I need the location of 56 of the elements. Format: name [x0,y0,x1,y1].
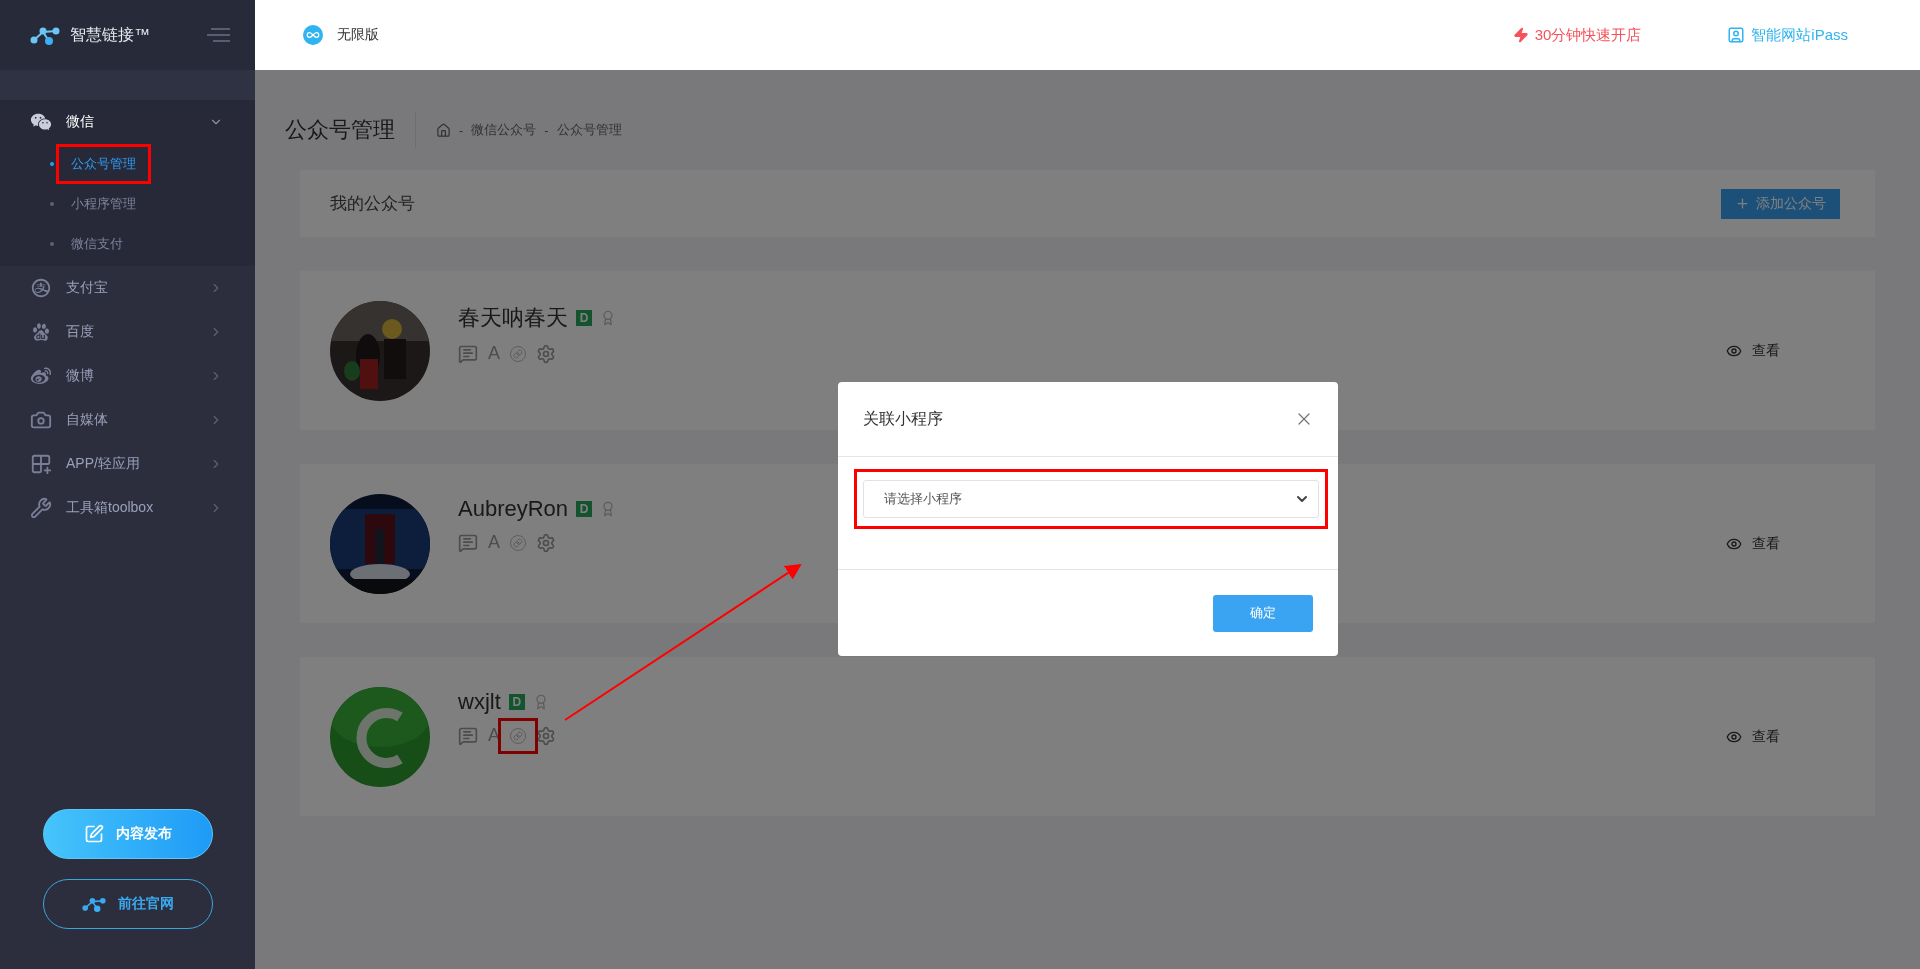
settings-icon[interactable] [536,725,556,746]
edition-label: 无限版 [337,26,380,44]
page-title: 公众号管理 [285,112,416,148]
brand-name: 智慧链接™ [70,24,151,45]
header-link[interactable]: 30分钟快速开店 [1512,25,1642,45]
profile-icon [1727,26,1746,44]
panel-title: 我的公众号 [330,193,415,215]
breadcrumb-link[interactable]: 微信公众号 [471,121,537,139]
view-link[interactable]: 查看 [1726,727,1780,746]
menu-item[interactable]: 微博 [0,354,255,398]
message-icon[interactable] [458,532,478,553]
wrench-icon [30,497,52,519]
settings-icon[interactable] [536,343,556,364]
view-link[interactable]: 查看 [1726,341,1780,360]
menu-item[interactable]: 微信 [0,100,255,144]
submenu-item[interactable]: 微信支付 [0,224,255,264]
publish-button[interactable]: 内容发布 [43,809,213,859]
verified-badge: D [508,694,525,710]
infinity-icon [303,25,323,45]
confirm-button[interactable]: 确定 [1212,594,1313,632]
edit-icon [84,824,104,844]
breadcrumb-separator: - [459,122,464,138]
account-name: 春天呐春天 [458,304,568,332]
paw-icon [30,321,52,343]
menu-icon[interactable] [207,28,231,42]
submenu-item[interactable]: 公众号管理 [0,144,255,184]
submenu-item[interactable]: 小程序管理 [0,184,255,224]
website-button[interactable]: 前往官网 [43,879,213,929]
header-link[interactable]: 智能网站iPass [1727,25,1848,45]
settings-icon[interactable] [536,532,556,553]
breadcrumb-link[interactable]: 公众号管理 [556,121,622,139]
verified-badge: D [576,310,592,326]
message-icon[interactable] [458,343,478,364]
lightning-icon [1512,27,1529,43]
plus-icon [1735,196,1750,211]
account-name: AubreyRon [458,496,569,522]
message-icon[interactable] [458,725,478,746]
verified-badge: D [576,501,593,517]
award-icon [600,310,616,326]
menu-item[interactable]: APP/轻应用 [0,442,255,486]
chat-bubbles-icon [30,111,52,133]
menu-item[interactable]: 支付宝 [0,266,255,310]
view-link[interactable]: 查看 [1726,534,1780,553]
miniprogram-select[interactable]: 请选择小程序 [862,480,1319,518]
breadcrumb-separator: - [544,122,549,138]
grid-plus-icon [30,453,52,475]
menu-item[interactable]: 自媒体 [0,398,255,442]
menu-item[interactable]: 工具箱toolbox [0,486,255,530]
menu-item[interactable]: 百度 [0,310,255,354]
account-name: wxjlt [458,689,501,715]
home-icon[interactable] [436,122,451,138]
weibo-icon [30,365,52,387]
camera-icon [30,409,52,431]
dialog-title: 关联小程序 [862,408,943,429]
alipay-icon [30,277,52,299]
logo-icon [82,895,106,913]
